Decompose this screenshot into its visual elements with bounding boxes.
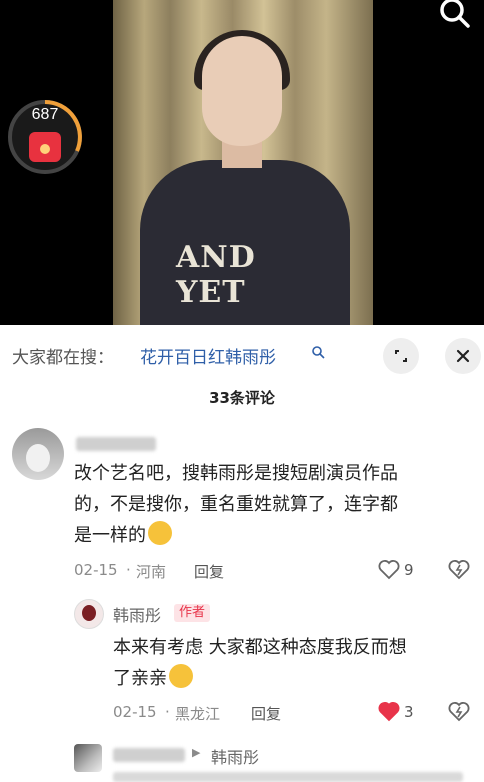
small-search-icon[interactable] (311, 345, 325, 359)
comment-text-line-last: 是一样的 (74, 520, 172, 551)
reply-dot: · (165, 703, 170, 721)
reply-text-line-last: 了亲亲 (113, 663, 193, 694)
comment-location: 河南 (136, 563, 167, 581)
comments-count: 33条评论 (209, 389, 275, 407)
sob-emoji-icon (148, 521, 172, 545)
comment-dot: · (126, 561, 131, 579)
avatar[interactable] (12, 428, 64, 480)
shirt-print: AND YET (176, 240, 256, 310)
author-avatar[interactable] (74, 599, 104, 629)
reply-location: 黑龙江 (175, 705, 221, 723)
username-blurred[interactable] (113, 748, 185, 762)
author-name[interactable]: 韩雨彤 (113, 602, 161, 626)
reply-date: 02-15 (113, 703, 157, 721)
avatar[interactable] (74, 744, 102, 772)
username-blurred[interactable] (76, 437, 156, 451)
close-button[interactable] (445, 338, 481, 374)
reply-arrow-icon: ▶ (192, 746, 201, 759)
red-packet-timer[interactable]: 687 (6, 98, 84, 176)
heart-filled-icon[interactable] (377, 699, 401, 723)
search-prefix: 大家都在搜： (12, 348, 114, 368)
reply-text-end: 了亲亲 (113, 668, 167, 689)
author-badge: 作者 (174, 604, 211, 622)
expand-icon (395, 350, 407, 362)
reply-text-line: 本来有考虑 大家都这种态度我反而想 (113, 637, 407, 658)
red-envelope-icon (29, 132, 61, 162)
reply-to-name[interactable]: 韩雨彤 (211, 744, 259, 768)
laugh-cry-emoji-icon (169, 664, 193, 688)
like-count: 3 (404, 703, 414, 721)
like-count: 9 (404, 561, 414, 579)
video-player[interactable]: AND YET 687 (0, 0, 484, 325)
comment-text-line: 改个艺名吧，搜韩雨彤是搜短剧演员作品 (74, 463, 398, 484)
expand-button[interactable] (383, 338, 419, 374)
dislike-icon[interactable] (447, 699, 471, 723)
reply-button[interactable]: 回复 (194, 561, 224, 582)
timer-count: 687 (31, 106, 59, 123)
search-term-link[interactable]: 花开百日红韩雨彤 (140, 343, 276, 368)
reply-button[interactable]: 回复 (251, 703, 281, 724)
heart-outline-icon[interactable] (377, 557, 401, 581)
comment-date: 02-15 (74, 561, 118, 579)
person-head (202, 36, 282, 146)
dislike-icon[interactable] (447, 557, 471, 581)
comment-text-end: 是一样的 (74, 525, 146, 546)
comment-text-cutoff (113, 772, 463, 782)
comment-text-line: 的，不是搜你，重名重姓就算了，连字都 (74, 494, 398, 515)
close-icon (456, 349, 470, 363)
search-icon[interactable] (438, 0, 472, 30)
